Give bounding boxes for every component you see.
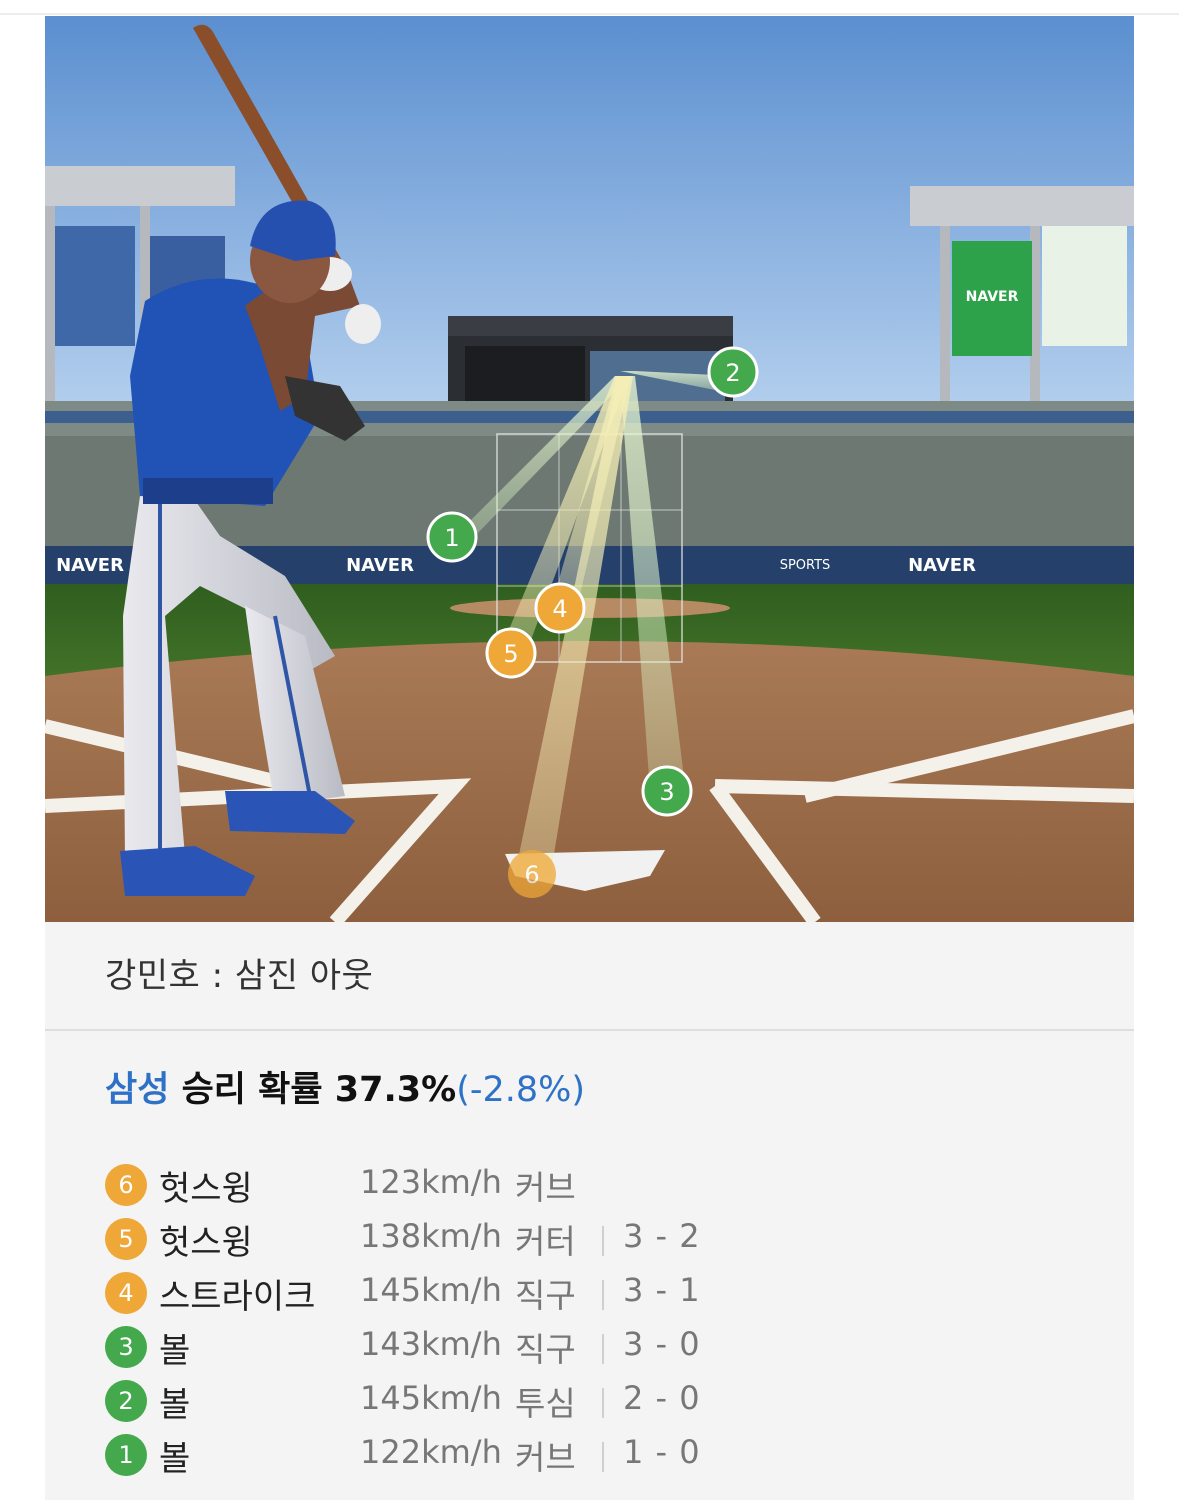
pitch-marker-6[interactable]: 6 <box>508 850 556 898</box>
pitch-card: NAVER NAVER NAVER NAVER SPORTS 2 1 4 5 3… <box>45 16 1134 1500</box>
pitch-visualization-scene: NAVER NAVER NAVER NAVER SPORTS 2 1 4 5 3… <box>45 16 1134 922</box>
count-separator <box>602 1226 604 1256</box>
wall-brand-text: NAVER <box>346 555 414 576</box>
section-divider <box>45 1029 1134 1031</box>
svg-text:1: 1 <box>444 524 459 552</box>
pitch-marker-5[interactable]: 5 <box>485 627 537 679</box>
pitch-count: 3 - 2 <box>623 1217 701 1255</box>
pitch-speed: 123km/h <box>360 1163 502 1201</box>
count-separator <box>602 1280 604 1310</box>
wall-brand-text: NAVER <box>56 555 124 576</box>
pitch-speed: 145km/h <box>360 1271 502 1309</box>
pitch-row: 4 스트라이크 145km/h 직구 3 - 1 <box>105 1267 805 1321</box>
pitch-row: 1 볼 122km/h 커브 1 - 0 <box>105 1429 805 1483</box>
pitch-count: 1 - 0 <box>623 1433 701 1471</box>
pitch-number-badge: 5 <box>105 1218 147 1260</box>
pitch-speed: 143km/h <box>360 1325 502 1363</box>
pitch-result: 볼 <box>159 1331 191 1371</box>
svg-text:6: 6 <box>524 861 539 889</box>
pitch-speed: 138km/h <box>360 1217 502 1255</box>
pitch-type: 커터 <box>515 1222 576 1261</box>
pitch-type: 직구 <box>515 1330 576 1369</box>
pitch-row: 6 헛스윙 123km/h 커브 <box>105 1159 805 1213</box>
pitch-result: 볼 <box>159 1439 191 1479</box>
count-separator <box>602 1388 604 1418</box>
pitch-type: 직구 <box>515 1276 576 1315</box>
pitch-count: 3 - 0 <box>623 1325 701 1363</box>
pitch-number-badge: 1 <box>105 1434 147 1476</box>
pitch-type: 커브 <box>515 1438 576 1477</box>
pitch-marker-4[interactable]: 4 <box>534 582 586 634</box>
pitch-count: 3 - 1 <box>623 1271 701 1309</box>
svg-text:3: 3 <box>659 778 674 806</box>
pitch-result: 볼 <box>159 1385 191 1425</box>
tower-brand-text: NAVER <box>966 289 1019 305</box>
pitch-result: 스트라이크 <box>159 1277 316 1317</box>
count-separator <box>602 1334 604 1364</box>
count-separator <box>602 1442 604 1472</box>
pitch-speed: 122km/h <box>360 1433 502 1471</box>
win-probability-team: 삼성 <box>105 1070 170 1110</box>
pitch-marker-3[interactable]: 3 <box>641 765 693 817</box>
at-bat-result: 강민호 : 삼진 아웃 <box>105 956 374 996</box>
pitch-number-badge: 4 <box>105 1272 147 1314</box>
pitch-type: 투심 <box>515 1384 576 1423</box>
pitch-number-badge: 2 <box>105 1380 147 1422</box>
win-probability-value: 승리 확률 37.3% <box>181 1070 457 1110</box>
win-probability-delta: (-2.8%) <box>456 1070 586 1110</box>
pitch-row: 3 볼 143km/h 직구 3 - 0 <box>105 1321 805 1375</box>
pitch-result: 헛스윙 <box>159 1223 253 1263</box>
pitch-marker-1[interactable]: 1 <box>426 511 478 563</box>
svg-text:5: 5 <box>503 640 518 668</box>
top-divider <box>0 13 1179 15</box>
svg-text:4: 4 <box>552 595 567 623</box>
pitch-marker-2[interactable]: 2 <box>707 346 759 398</box>
pitch-list: 6 헛스윙 123km/h 커브 5 헛스윙 138km/h 커터 3 - 2 … <box>105 1159 805 1483</box>
pitch-count: 2 - 0 <box>623 1379 701 1417</box>
pitch-number-badge: 6 <box>105 1164 147 1206</box>
wall-sports-text: SPORTS <box>780 558 831 573</box>
svg-text:2: 2 <box>725 359 740 387</box>
pitch-result: 헛스윙 <box>159 1169 253 1209</box>
pitch-row: 2 볼 145km/h 투심 2 - 0 <box>105 1375 805 1429</box>
wall-brand-text: NAVER <box>908 555 976 576</box>
pitch-number-badge: 3 <box>105 1326 147 1368</box>
win-probability: 삼성 승리 확률 37.3%(-2.8%) <box>105 1061 585 1112</box>
pitch-type: 커브 <box>515 1168 576 1207</box>
pitch-speed: 145km/h <box>360 1379 502 1417</box>
pitch-row: 5 헛스윙 138km/h 커터 3 - 2 <box>105 1213 805 1267</box>
